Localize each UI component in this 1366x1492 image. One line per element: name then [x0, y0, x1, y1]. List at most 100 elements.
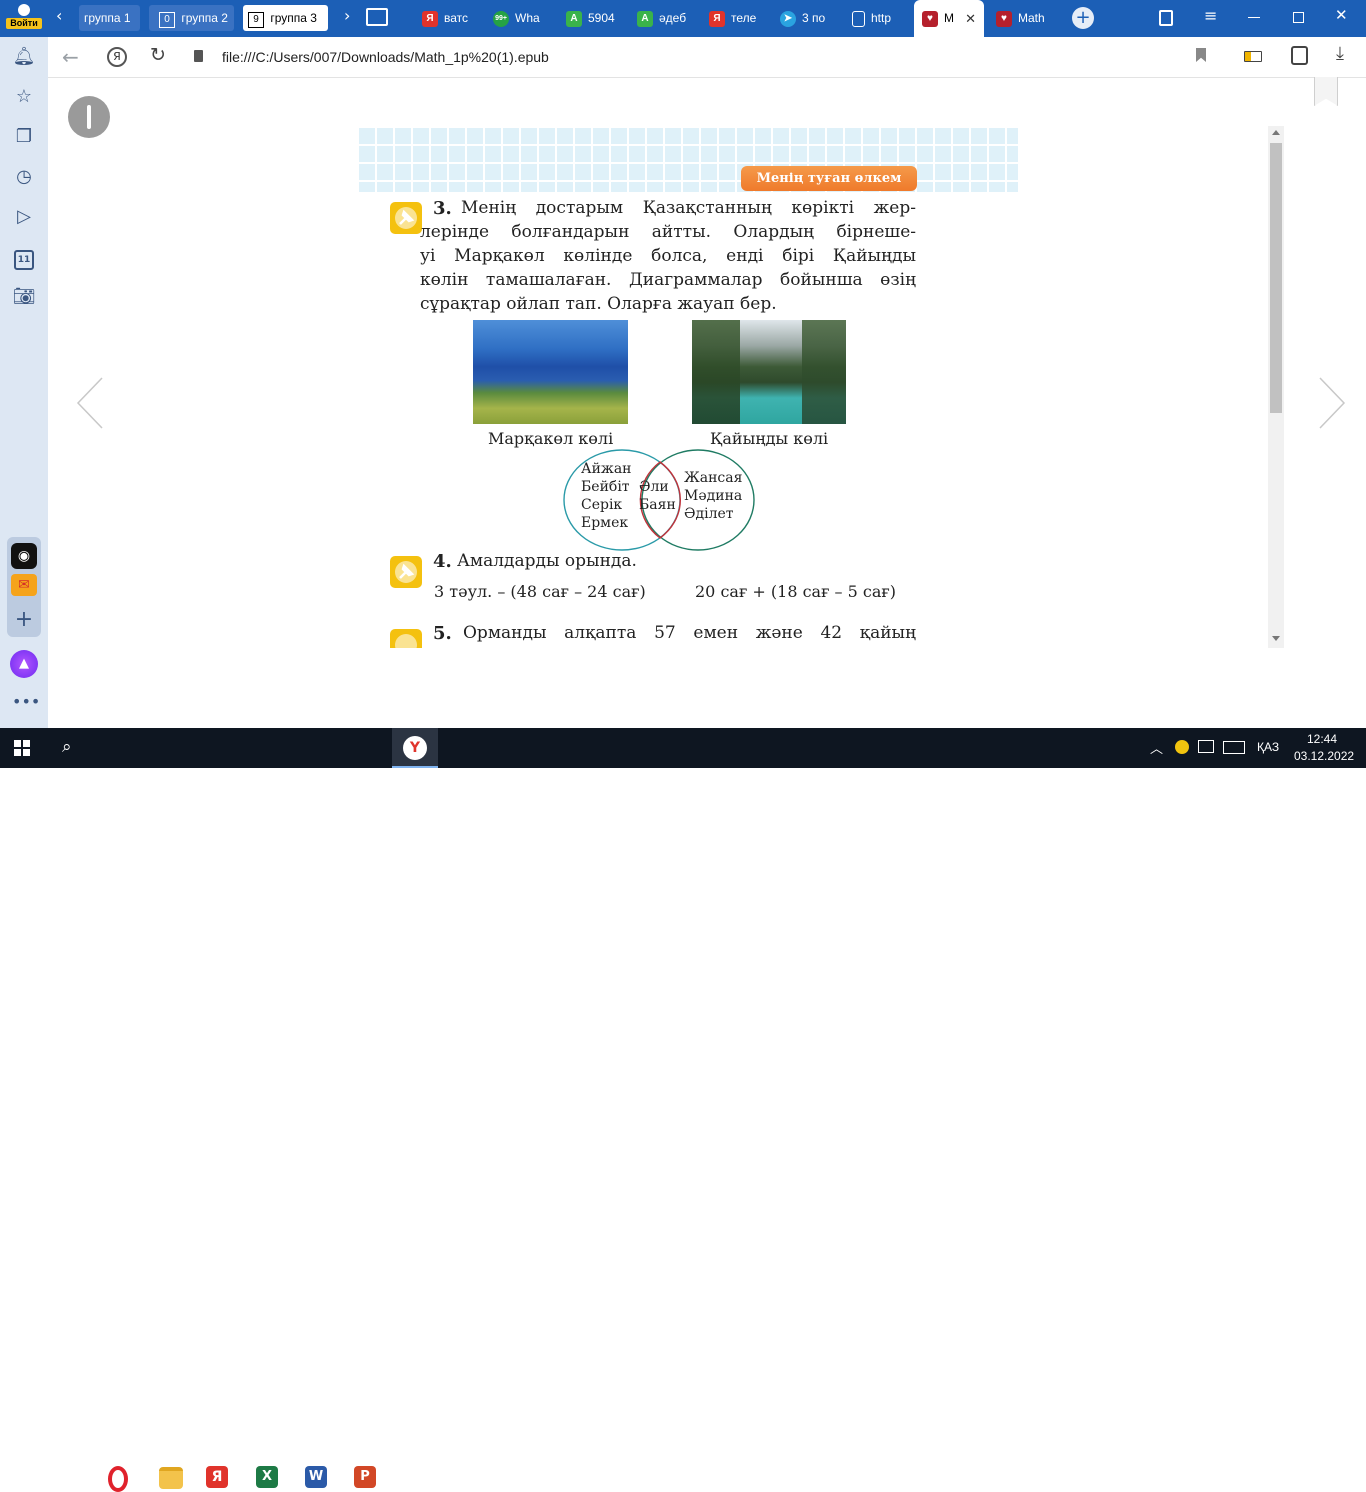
- mail-app-icon[interactable]: ✉: [11, 574, 37, 596]
- task-4-pin-icon: [390, 556, 422, 588]
- venn-middle-name: Әли: [639, 479, 669, 495]
- close-window-icon[interactable]: ✕: [1335, 6, 1348, 24]
- task-3-line-4: көлін тамашалаған. Диаграммалар бойынша …: [420, 270, 916, 290]
- tab-4[interactable]: Aәдеб: [637, 5, 693, 31]
- search-icon[interactable]: ⌕: [62, 737, 72, 757]
- venn-right-name: Әділет: [684, 506, 734, 522]
- venn-left-name: Бейбіт: [581, 479, 630, 495]
- notifications-icon[interactable]: 🔔︎: [12, 45, 36, 69]
- scroll-thumb[interactable]: [1270, 143, 1282, 413]
- video-icon[interactable]: ▷: [12, 205, 36, 229]
- tab-7[interactable]: http: [852, 5, 908, 31]
- login-label: Войти: [6, 18, 42, 29]
- scroll-down-arrow[interactable]: [1272, 636, 1280, 641]
- keyboard-icon[interactable]: [1223, 741, 1245, 754]
- opera-icon[interactable]: [108, 1466, 128, 1492]
- login-button[interactable]: Войти: [6, 2, 42, 35]
- collections-icon[interactable]: [1159, 10, 1173, 26]
- windows-start-icon[interactable]: [14, 740, 30, 756]
- scrollbar[interactable]: [1268, 126, 1284, 648]
- scroll-up-arrow[interactable]: [1272, 130, 1280, 135]
- prev-page-arrow[interactable]: [74, 373, 114, 433]
- tabs-scroll-left-icon[interactable]: ‹: [56, 6, 62, 25]
- markakol-lake-photo: [473, 320, 628, 424]
- venn-left-name: Айжан: [581, 461, 632, 477]
- tab-6[interactable]: ➤ 3 по: [780, 5, 836, 31]
- task-4-text: Амалдарды орында.: [457, 551, 637, 571]
- tab-9[interactable]: ♥ Math: [996, 5, 1056, 31]
- download-icon[interactable]: ⤓: [1336, 43, 1344, 64]
- excel-icon[interactable]: X: [256, 1466, 278, 1488]
- pause-button[interactable]: [68, 96, 110, 138]
- address-bar-row: ← Я ↻ file:///C:/Users/007/Downloads/Mat…: [48, 37, 1366, 78]
- tab-3[interactable]: A 5904: [566, 5, 622, 31]
- new-tab-group-icon[interactable]: [366, 8, 388, 26]
- clock-time[interactable]: 12:44: [1294, 732, 1350, 746]
- tab-8-active[interactable]: ♥ M ✕: [914, 0, 984, 37]
- book-page: Менің туған өлкем 3. Менің достарым Қаза…: [357, 126, 1018, 648]
- language-indicator[interactable]: ҚАЗ: [1257, 740, 1279, 754]
- more-icon[interactable]: •••: [12, 692, 40, 711]
- show-hidden-icons[interactable]: ︿: [1150, 738, 1163, 757]
- tab-group-2[interactable]: 0 группа 2: [149, 5, 234, 31]
- tabs-scroll-right-icon[interactable]: ›: [344, 6, 350, 25]
- next-page-arrow[interactable]: [1308, 373, 1348, 433]
- powerpoint-icon[interactable]: P: [354, 1466, 376, 1488]
- active-app-highlight[interactable]: Y: [392, 728, 438, 768]
- clock-date[interactable]: 03.12.2022: [1294, 749, 1354, 763]
- url-field[interactable]: file:///C:/Users/007/Downloads/Math_1p%2…: [188, 41, 1205, 73]
- tab-group-2-count: 0: [159, 12, 175, 28]
- yandex-home-icon[interactable]: Я: [107, 47, 127, 67]
- favorites-icon[interactable]: ☆: [12, 85, 36, 109]
- tab-9-label: Math: [1018, 11, 1045, 25]
- back-icon[interactable]: ←: [62, 45, 79, 69]
- reader-bookmark-icon[interactable]: [1314, 77, 1338, 106]
- history-icon[interactable]: ◷: [12, 165, 36, 189]
- venn-right-name: Мәдина: [684, 488, 743, 504]
- collections-icon[interactable]: ❐: [12, 125, 36, 149]
- tab-1[interactable]: Яватс: [422, 5, 478, 31]
- task-3-number: 3.: [433, 198, 452, 219]
- tab-5-label: теле: [731, 11, 757, 25]
- page-icon: [852, 10, 865, 27]
- extensions-icon[interactable]: [1291, 46, 1308, 65]
- alice-icon[interactable]: ▲: [10, 650, 38, 678]
- notifications-tray-icon[interactable]: [1198, 740, 1214, 753]
- tab-1-label: ватс: [444, 11, 469, 25]
- file-explorer-icon[interactable]: [159, 1467, 183, 1489]
- page-header-grid: [357, 126, 1018, 192]
- task-3-pin-icon: [390, 202, 422, 234]
- task-4-number: 4.: [433, 551, 452, 572]
- menu-icon[interactable]: ≡: [1204, 6, 1217, 25]
- task-4-expression-2: 20 сағ + (18 сағ – 5 сағ): [695, 582, 897, 601]
- left-sidebar: 🔔︎ ☆ ❐ ◷ ▷ 11 📷︎ ◉ ✉ + ▲ •••: [0, 37, 48, 728]
- tab-group-1[interactable]: группа 1: [79, 5, 140, 31]
- reload-icon[interactable]: ↻: [150, 44, 166, 66]
- calendar-icon[interactable]: 11: [12, 245, 36, 270]
- book-icon: ♥: [922, 10, 938, 27]
- alice-app-icon[interactable]: ◉: [11, 543, 37, 569]
- new-tab-button[interactable]: +: [1072, 7, 1094, 29]
- add-app-icon[interactable]: +: [11, 607, 37, 633]
- tab-2[interactable]: 99+ Wha: [493, 5, 549, 31]
- yandex-browser-icon[interactable]: Я: [206, 1466, 228, 1488]
- task-3-line-5: сұрақтар ойлап тап. Оларға жауап бер.: [420, 294, 777, 314]
- tab-group-3[interactable]: 9 группа 3: [243, 5, 328, 31]
- update-icon[interactable]: [1175, 740, 1189, 754]
- venn-middle-name: Баян: [639, 497, 676, 513]
- minimize-icon[interactable]: [1248, 17, 1260, 18]
- calendar-badge: 11: [14, 250, 34, 270]
- venn-left-names: Айжан Бейбіт Серік Ермек: [581, 460, 632, 532]
- tab-6-label: 3 по: [802, 11, 826, 25]
- close-tab-icon[interactable]: ✕: [965, 0, 976, 37]
- screenshot-icon[interactable]: 📷︎: [12, 285, 36, 309]
- word-icon[interactable]: W: [305, 1466, 327, 1488]
- task-5-number: 5.: [433, 623, 452, 644]
- venn-left-name: Ермек: [581, 515, 629, 531]
- tab-4-label: әдеб: [659, 11, 687, 25]
- restore-icon[interactable]: [1293, 12, 1304, 23]
- telegram-icon: ➤: [780, 10, 796, 27]
- tab-5[interactable]: Ятеле: [709, 5, 765, 31]
- whatsapp-icon: 99+: [493, 10, 509, 27]
- battery-icon[interactable]: [1244, 51, 1262, 62]
